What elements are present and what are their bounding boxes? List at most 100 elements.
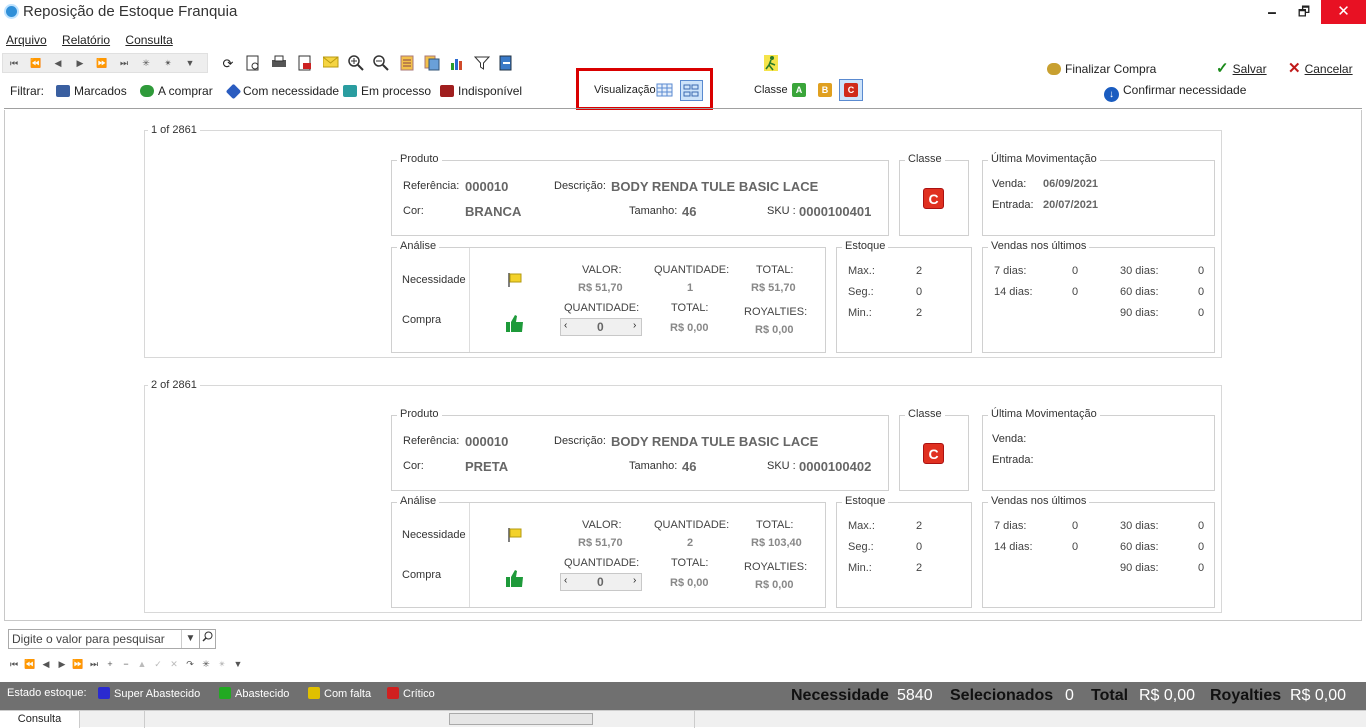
card-counter: 2 of 2861 bbox=[148, 379, 200, 391]
finalizar-compra-button[interactable]: Finalizar Compra bbox=[1047, 62, 1156, 76]
minimize-button[interactable]: 🗕 bbox=[1255, 0, 1289, 24]
total-value: R$ 103,40 bbox=[751, 537, 802, 549]
grid-prev-page-button[interactable]: ⏪ bbox=[22, 659, 38, 670]
analise-group: Análise Necessidade Compra VALOR: R$ 51,… bbox=[391, 240, 826, 353]
menu-consulta[interactable]: Consulta bbox=[125, 33, 172, 47]
cor-value: BRANCA bbox=[465, 204, 522, 219]
search-button[interactable] bbox=[199, 629, 216, 649]
zoom-out-icon[interactable] bbox=[372, 55, 390, 73]
print-icon[interactable] bbox=[270, 55, 288, 73]
grid-refresh-button[interactable]: ↷ bbox=[182, 659, 198, 670]
grid-delete-button[interactable]: − bbox=[118, 659, 134, 669]
filter-em-processo-label: Em processo bbox=[361, 84, 432, 98]
vendas-60-value: 0 bbox=[1198, 541, 1205, 553]
grid-post-button[interactable]: ✓ bbox=[150, 659, 166, 670]
compra-row-label: Compra bbox=[402, 314, 442, 326]
decrement-button[interactable]: ‹ bbox=[564, 320, 567, 331]
grid-first-button[interactable]: ⏮ bbox=[6, 659, 22, 670]
email-icon[interactable] bbox=[322, 55, 340, 73]
increment-button[interactable]: › bbox=[633, 320, 636, 331]
grid-insert-button[interactable]: + bbox=[102, 659, 118, 669]
quantity-stepper[interactable]: ‹ 0 › bbox=[560, 318, 642, 336]
filter-a-comprar[interactable]: A comprar bbox=[140, 84, 213, 98]
quantity-value[interactable]: 0 bbox=[597, 575, 604, 589]
grid-bookmark-button[interactable]: ✳ bbox=[198, 659, 214, 670]
quantidade-value: 1 bbox=[687, 282, 694, 294]
prev-page-button[interactable]: ⏪ bbox=[25, 54, 47, 72]
refresh-icon[interactable]: ⟳ bbox=[219, 55, 237, 73]
tamanho-value: 46 bbox=[682, 204, 697, 219]
classe-a-button[interactable]: A bbox=[792, 83, 806, 97]
entrada-label: Entrada: bbox=[992, 454, 1034, 466]
salvar-button[interactable]: ✓ Salvar bbox=[1216, 59, 1267, 77]
filter-com-necessidade[interactable]: Com necessidade bbox=[225, 83, 339, 100]
compra-total-header: TOTAL: bbox=[671, 557, 709, 569]
search-input[interactable]: Digite o valor para pesquisar bbox=[8, 629, 200, 649]
goto-bookmark-button[interactable]: ✴ bbox=[157, 54, 179, 72]
grid-last-button[interactable]: ⏭ bbox=[86, 659, 102, 670]
grid-view-button[interactable] bbox=[656, 81, 674, 99]
ultima-movimentacao-group: Última Movimentação Venda: 06/09/2021 En… bbox=[982, 153, 1215, 236]
search-dropdown-icon[interactable]: ▼ bbox=[181, 630, 199, 648]
export-icon[interactable] bbox=[296, 55, 314, 73]
tab-consulta[interactable]: Consulta bbox=[0, 711, 80, 728]
compra-quantidade-header: QUANTIDADE: bbox=[564, 557, 640, 569]
cor-label: Cor: bbox=[403, 460, 424, 472]
exit-door-icon[interactable] bbox=[497, 55, 515, 73]
cancelar-button[interactable]: ✕ Cancelar bbox=[1288, 59, 1353, 77]
classe-c-button[interactable]: C bbox=[844, 83, 858, 97]
increment-button[interactable]: › bbox=[633, 575, 636, 586]
running-man-icon[interactable] bbox=[764, 55, 778, 71]
maximize-button[interactable]: 🗗 bbox=[1287, 0, 1321, 24]
x-icon: ✕ bbox=[1288, 60, 1301, 77]
chart-icon[interactable] bbox=[448, 55, 466, 73]
royalties-label: Royalties bbox=[1210, 687, 1282, 704]
grid-cancel-button[interactable]: ✕ bbox=[166, 659, 182, 670]
close-button[interactable]: ✕ bbox=[1321, 0, 1366, 24]
last-record-button[interactable]: ⏭ bbox=[113, 54, 135, 72]
quantity-stepper[interactable]: ‹ 0 › bbox=[560, 573, 642, 591]
filter-nav-button[interactable]: ▼ bbox=[179, 54, 201, 72]
legend-critico: Crítico bbox=[387, 687, 435, 700]
status-bar: Estado estoque: Super Abastecido Abastec… bbox=[0, 682, 1366, 710]
total-header: TOTAL: bbox=[756, 264, 794, 276]
filter-indisponivel[interactable]: Indisponível bbox=[440, 84, 522, 98]
total-value: R$ 51,70 bbox=[751, 282, 796, 294]
confirmar-necessidade-button[interactable]: ↓ Confirmar necessidade bbox=[1104, 83, 1246, 102]
classe-group: Classe C bbox=[899, 408, 969, 491]
next-page-button[interactable]: ⏩ bbox=[91, 54, 113, 72]
grid-goto-bookmark-button[interactable]: ✴ bbox=[214, 659, 230, 670]
menu-relatorio[interactable]: Relatório bbox=[62, 33, 110, 47]
grid-next-button[interactable]: ▶ bbox=[54, 659, 70, 670]
decrement-button[interactable]: ‹ bbox=[564, 575, 567, 586]
preview-icon[interactable] bbox=[244, 55, 262, 73]
referencia-value: 000010 bbox=[465, 179, 509, 194]
necessidade-row-label: Necessidade bbox=[402, 274, 466, 286]
next-record-button[interactable]: ▶ bbox=[69, 54, 91, 72]
quantity-value[interactable]: 0 bbox=[597, 320, 604, 334]
first-record-button[interactable]: ⏮ bbox=[3, 54, 25, 72]
grid-next-page-button[interactable]: ⏩ bbox=[70, 659, 86, 670]
filter-icon[interactable] bbox=[473, 55, 491, 73]
compra-quantidade-header: QUANTIDADE: bbox=[564, 302, 640, 314]
card-view-button[interactable] bbox=[680, 80, 703, 101]
grid-prev-button[interactable]: ◀ bbox=[38, 659, 54, 670]
filter-marcados[interactable]: Marcados bbox=[56, 84, 127, 98]
bookmark-button[interactable]: ✳ bbox=[135, 54, 157, 72]
prev-record-button[interactable]: ◀ bbox=[47, 54, 69, 72]
menu-arquivo[interactable]: Arquivo bbox=[6, 33, 47, 47]
zoom-in-icon[interactable] bbox=[347, 55, 365, 73]
vendas-90-value: 0 bbox=[1198, 562, 1205, 574]
vendas-60-label: 60 dias: bbox=[1120, 286, 1159, 298]
valor-value: R$ 51,70 bbox=[578, 537, 623, 549]
ultima-movimentacao-label: Última Movimentação bbox=[988, 408, 1100, 420]
classe-b-button[interactable]: B bbox=[818, 83, 832, 97]
grid-edit-button[interactable]: ▲ bbox=[134, 659, 150, 669]
legend-critico-label: Crítico bbox=[403, 688, 435, 700]
report-icon[interactable] bbox=[398, 55, 416, 73]
analise-group-label: Análise bbox=[397, 240, 440, 252]
filter-em-processo[interactable]: Em processo bbox=[343, 84, 431, 98]
copy-report-icon[interactable] bbox=[423, 55, 441, 73]
cor-label: Cor: bbox=[403, 205, 424, 217]
grid-filter-button[interactable]: ▼ bbox=[230, 659, 246, 669]
